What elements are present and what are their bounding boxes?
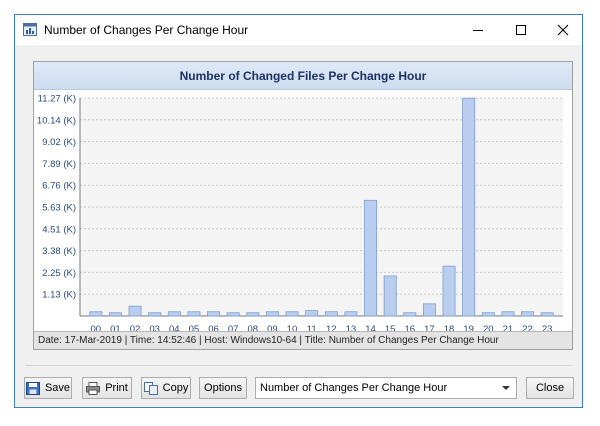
bar [265, 311, 279, 317]
close-button[interactable]: Close [526, 377, 574, 399]
bar [324, 311, 338, 317]
bar [462, 97, 476, 317]
y-tick-label: 2.25 (K) [42, 268, 76, 279]
chart-window-icon [23, 23, 37, 36]
bar [167, 311, 181, 317]
y-tick-label: 7.89 (K) [42, 159, 76, 170]
bar [128, 305, 142, 317]
bar [344, 311, 358, 317]
window-title: Number of Changes Per Change Hour [44, 23, 249, 37]
printer-icon [86, 381, 101, 395]
bar-chart: 1.13 (K) 2.25 (K) 3.38 (K) 4.51 (K) 5.63 (K)… [37, 94, 563, 333]
bar [364, 199, 378, 317]
floppy-disk-icon [25, 381, 40, 395]
y-tick-label: 3.38 (K) [42, 246, 76, 257]
bar [481, 312, 495, 317]
bar [187, 311, 201, 317]
bar [383, 275, 397, 317]
close-label: Close [535, 382, 565, 394]
bar [521, 311, 535, 317]
minimize-icon [473, 30, 483, 31]
options-label: Options [204, 382, 242, 394]
bar [501, 311, 515, 317]
maximize-button[interactable] [501, 15, 541, 45]
bar [285, 311, 299, 317]
status-bar: Date: 17-Mar-2019 | Time: 14:52:46 | Hos… [34, 331, 572, 349]
y-tick-label: 10.14 (K) [37, 115, 76, 126]
copy-button[interactable]: Copy [141, 377, 191, 399]
minimize-button[interactable] [458, 15, 498, 45]
close-window-button[interactable] [543, 15, 583, 45]
y-tick-label: 5.63 (K) [42, 203, 76, 214]
close-icon [557, 24, 569, 36]
chart-window: Number of Changes Per Change Hour Number… [14, 14, 583, 408]
print-button[interactable]: Print [82, 377, 132, 399]
bar [442, 265, 456, 317]
bar [89, 311, 103, 317]
save-label: Save [44, 382, 71, 394]
chart-title: Number of Changed Files Per Change Hour [34, 62, 572, 90]
options-button[interactable]: Options [199, 377, 247, 399]
y-tick-label: 9.02 (K) [42, 137, 76, 148]
bar [422, 303, 436, 317]
y-tick-label: 4.51 (K) [42, 224, 76, 235]
print-label: Print [105, 382, 128, 394]
chart-type-select-value: Number of Changes Per Change Hour [260, 382, 448, 394]
bar [108, 312, 122, 317]
y-tick-label: 11.27 (K) [38, 94, 76, 105]
bar [246, 312, 260, 317]
copy-label: Copy [162, 382, 189, 394]
bar [148, 312, 162, 317]
bar [207, 311, 221, 317]
y-tick-label: 1.13 (K) [42, 290, 76, 301]
bar [403, 312, 417, 317]
copy-icon [143, 381, 158, 395]
chart-type-select[interactable]: Number of Changes Per Change Hour [255, 377, 517, 399]
bar [540, 312, 554, 317]
y-tick-label: 6.76 (K) [42, 181, 76, 192]
chart-panel: Number of Changed Files Per Change Hour … [33, 61, 573, 350]
save-button[interactable]: Save [24, 377, 72, 399]
maximize-icon [516, 25, 526, 35]
title-bar: Number of Changes Per Change Hour [15, 15, 582, 45]
bar [226, 312, 240, 317]
chevron-down-icon [502, 386, 510, 390]
bar [305, 310, 319, 317]
divider [25, 365, 572, 366]
